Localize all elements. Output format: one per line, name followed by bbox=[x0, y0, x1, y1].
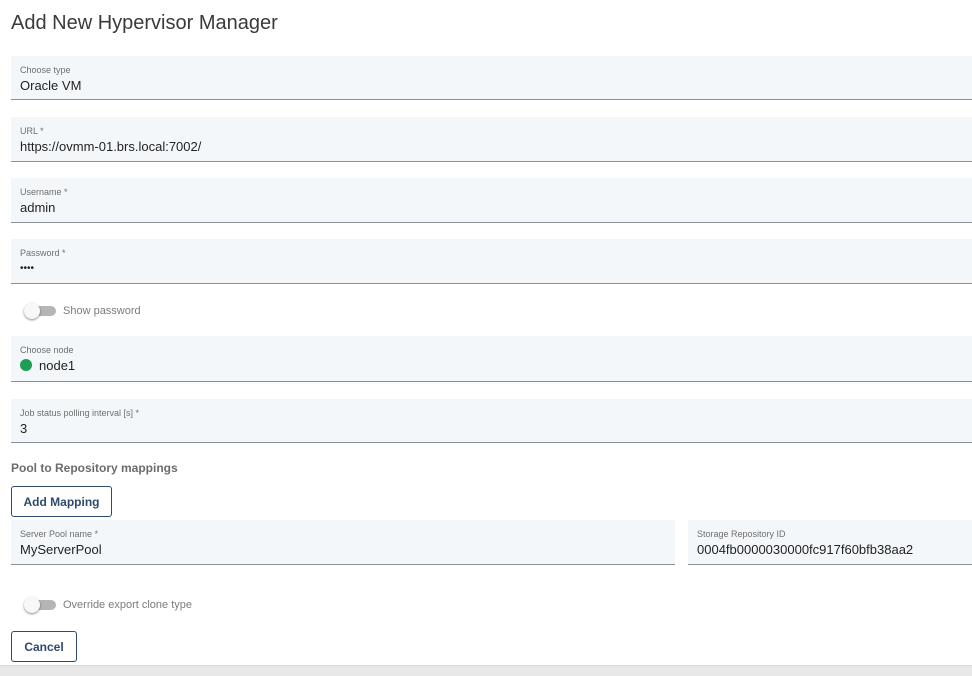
password-label: Password * bbox=[20, 248, 66, 258]
node-value: node1 bbox=[39, 358, 76, 373]
node-status-icon bbox=[20, 359, 32, 371]
show-password-toggle[interactable] bbox=[24, 303, 56, 319]
username-label: Username * bbox=[20, 187, 68, 197]
polling-value: 3 bbox=[20, 421, 28, 436]
storage-repo-field[interactable]: Storage Repository ID 0004fb0000030000fc… bbox=[688, 520, 972, 565]
url-value: https://ovmm-01.brs.local:7002/ bbox=[20, 139, 202, 154]
storage-repo-label: Storage Repository ID bbox=[697, 529, 786, 539]
polling-label: Job status polling interval [s] * bbox=[20, 408, 140, 418]
node-select[interactable]: Choose node node1 bbox=[11, 336, 972, 382]
add-mapping-button[interactable]: Add Mapping bbox=[11, 486, 112, 517]
node-value-wrapper: node1 bbox=[20, 358, 75, 373]
show-password-knob bbox=[24, 303, 40, 319]
override-clone-toggle[interactable] bbox=[24, 597, 56, 613]
server-pool-label: Server Pool name * bbox=[20, 529, 99, 539]
footer-bar bbox=[0, 665, 972, 676]
cancel-button[interactable]: Cancel bbox=[11, 631, 77, 662]
url-field[interactable]: URL * https://ovmm-01.brs.local:7002/ bbox=[11, 117, 972, 162]
password-value: •••• bbox=[20, 263, 35, 274]
polling-interval-field[interactable]: Job status polling interval [s] * 3 bbox=[11, 399, 972, 443]
show-password-label: Show password bbox=[63, 305, 141, 317]
mappings-section-title: Pool to Repository mappings bbox=[11, 461, 178, 475]
server-pool-field[interactable]: Server Pool name * MyServerPool bbox=[11, 520, 675, 565]
override-clone-label: Override export clone type bbox=[63, 599, 193, 611]
username-value: admin bbox=[20, 200, 56, 215]
node-label: Choose node bbox=[20, 345, 74, 355]
storage-repo-value: 0004fb0000030000fc917f60bfb38aa2 bbox=[697, 542, 914, 557]
page-title: Add New Hypervisor Manager bbox=[11, 12, 278, 34]
type-select[interactable]: Choose type Oracle VM bbox=[11, 56, 972, 100]
type-value: Oracle VM bbox=[20, 78, 82, 93]
password-field[interactable]: Password * •••• bbox=[11, 239, 972, 284]
url-label: URL * bbox=[20, 126, 44, 136]
server-pool-value: MyServerPool bbox=[20, 542, 102, 557]
username-field[interactable]: Username * admin bbox=[11, 178, 972, 223]
type-label: Choose type bbox=[20, 65, 71, 75]
override-clone-knob bbox=[24, 597, 40, 613]
